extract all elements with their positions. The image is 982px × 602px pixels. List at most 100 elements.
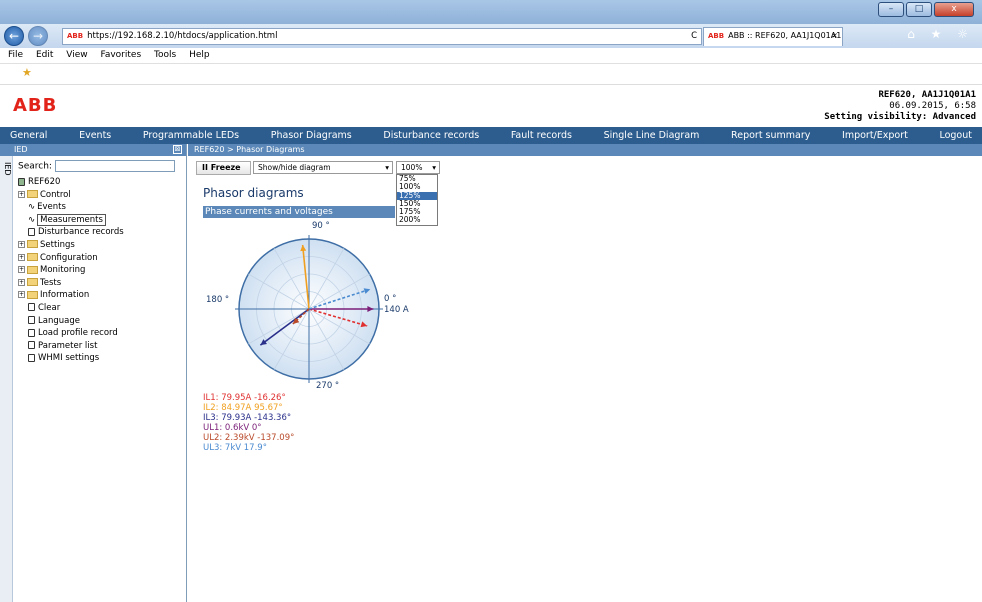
leaf-icon: [28, 353, 35, 362]
tree-item-label: Information: [40, 290, 90, 301]
restore-button[interactable]: □: [906, 2, 932, 17]
wave-icon: ∿: [28, 214, 36, 225]
tree-item[interactable]: Disturbance records: [18, 226, 124, 239]
sidebar-vertical-tab[interactable]: IED: [0, 156, 13, 602]
leaf-icon: [28, 227, 35, 236]
tree-item-label: Clear: [38, 302, 61, 313]
phasor-reading: UL2: 2.39kV -137.09°: [203, 433, 295, 443]
tree-item[interactable]: ∿ Measurements: [18, 213, 124, 227]
scale-label: 140 A: [384, 305, 409, 315]
tree-item[interactable]: Clear: [18, 302, 124, 315]
zoom-select[interactable]: 100% ▾: [396, 161, 440, 174]
nav-disturbance-records[interactable]: Disturbance records: [383, 127, 479, 144]
expand-icon[interactable]: +: [18, 266, 25, 274]
expand-icon[interactable]: +: [18, 291, 25, 299]
expand-icon[interactable]: +: [18, 253, 25, 261]
menu-file[interactable]: File: [8, 50, 23, 60]
tree-item[interactable]: + Configuration: [18, 252, 124, 265]
expand-icon[interactable]: +: [18, 240, 25, 248]
nav-single-line-diagram[interactable]: Single Line Diagram: [604, 127, 700, 144]
menu-favorites[interactable]: Favorites: [100, 50, 141, 60]
sidebar: IED ⊠ IED Search: REF620 + Control ∿ Events ∿…: [0, 144, 187, 602]
nav-fault-records[interactable]: Fault records: [511, 127, 572, 144]
back-button[interactable]: ←: [4, 26, 24, 46]
collapse-icon[interactable]: ⊠: [173, 145, 182, 154]
nav-programmable-leds[interactable]: Programmable LEDs: [143, 127, 239, 144]
folder-icon: [27, 278, 38, 287]
folder-icon: [27, 190, 38, 199]
nav-logout[interactable]: Logout: [939, 127, 972, 144]
freeze-label: Freeze: [210, 163, 241, 172]
leaf-icon: [28, 328, 35, 337]
search-input[interactable]: [54, 160, 175, 172]
sidebar-search: Search:: [18, 160, 175, 172]
forward-button[interactable]: →: [28, 26, 48, 46]
tree-item[interactable]: WHMI settings: [18, 352, 124, 365]
sidebar-header: IED ⊠: [0, 144, 186, 156]
nav-phasor-diagrams[interactable]: Phasor Diagrams: [271, 127, 352, 144]
menu-help[interactable]: Help: [189, 50, 210, 60]
minimize-button[interactable]: –: [878, 2, 904, 17]
tab-title: ABB :: REF620, AA1J1Q01A1...: [728, 31, 843, 40]
tree-item-label: Load profile record: [38, 328, 118, 339]
browser-toolbar-icons[interactable]: ⌂ ★ ☼: [907, 27, 974, 41]
tree-item[interactable]: REF620: [18, 176, 124, 189]
menu-edit[interactable]: Edit: [36, 50, 53, 60]
menu-view[interactable]: View: [66, 50, 87, 60]
tree-item[interactable]: Load profile record: [18, 327, 124, 340]
tree-item-label: Disturbance records: [38, 227, 124, 238]
device-icon: [18, 177, 25, 186]
breadcrumb: REF620 > Phasor Diagrams: [188, 144, 982, 156]
tree-item[interactable]: + Monitoring: [18, 264, 124, 277]
leaf-icon: [28, 316, 35, 325]
folder-icon: [27, 265, 38, 274]
folder-icon: [27, 240, 38, 249]
leaf-icon: [28, 303, 35, 312]
tab-favicon: ABB: [708, 32, 725, 40]
nav-report-summary[interactable]: Report summary: [731, 127, 810, 144]
tree-item[interactable]: Parameter list: [18, 340, 124, 353]
main-nav: General Events Programmable LEDs Phasor …: [0, 127, 982, 144]
tree-item-label: Control: [40, 189, 71, 200]
zoom-option[interactable]: 200%: [397, 216, 437, 225]
nav-events[interactable]: Events: [79, 127, 111, 144]
tab-close-icon[interactable]: ×: [831, 31, 838, 40]
folder-icon: [27, 253, 38, 262]
expand-icon[interactable]: +: [18, 190, 25, 198]
close-window-button[interactable]: x: [934, 2, 974, 17]
section-header: Phase currents and voltages: [203, 206, 395, 218]
phasor-reading: UL1: 0.6kV 0°: [203, 423, 262, 433]
nav-import-export[interactable]: Import/Export: [842, 127, 908, 144]
leaf-icon: [28, 341, 35, 350]
freeze-button[interactable]: II Freeze: [196, 161, 251, 175]
expand-icon[interactable]: +: [18, 278, 25, 286]
tree-item[interactable]: + Settings: [18, 239, 124, 252]
tree-item-label: Parameter list: [38, 340, 98, 351]
favorites-star-icon[interactable]: ★: [22, 66, 32, 79]
folder-icon: [27, 290, 38, 299]
tree-item[interactable]: Language: [18, 315, 124, 328]
back-arrow-icon: ←: [8, 29, 20, 43]
phasor-readings: IL1: 79.95A -16.26° IL2: 84.97A 95.67° IL3…: [203, 393, 294, 453]
tree-item[interactable]: + Control: [18, 189, 124, 202]
wave-icon: ∿: [28, 202, 36, 213]
tree-item[interactable]: + Information: [18, 289, 124, 302]
menu-tools[interactable]: Tools: [154, 50, 176, 60]
setting-visibility: Setting visibility: Advanced: [824, 112, 976, 122]
device-datetime: 06.09.2015, 6:58: [889, 101, 976, 111]
nav-general[interactable]: General: [10, 127, 47, 144]
tree-item[interactable]: ∿ Events: [18, 201, 124, 214]
device-name: REF620, AA1J1Q01A1: [878, 90, 976, 100]
tree-item-label: Language: [38, 315, 80, 326]
site-favicon: ABB: [67, 32, 84, 40]
window-controls: – □ x: [878, 2, 974, 17]
address-bar[interactable]: ABB https://192.168.2.10/htdocs/applicati…: [62, 28, 702, 45]
window-titlebar: – □ x: [0, 0, 982, 24]
phasor-diagram: [235, 235, 383, 383]
phasor-reading: IL2: 84.97A 95.67°: [203, 403, 283, 413]
search-label: Search:: [18, 161, 52, 172]
browser-tab[interactable]: ABB ABB :: REF620, AA1J1Q01A1... ×: [703, 27, 843, 46]
tree-item[interactable]: + Tests: [18, 277, 124, 290]
show-hide-diagram-select[interactable]: Show/hide diagram ▾: [253, 161, 393, 174]
refresh-icon[interactable]: C: [691, 31, 697, 41]
